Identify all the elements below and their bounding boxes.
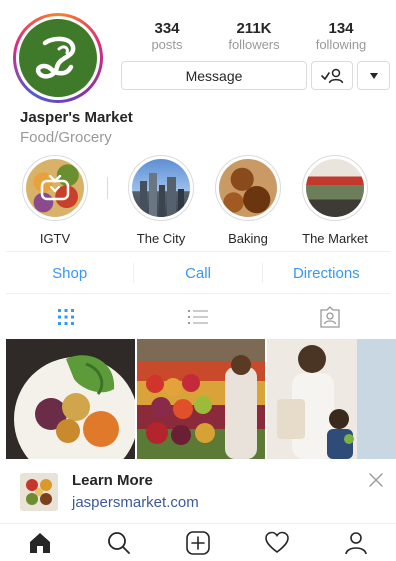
market-thumbnail [306, 159, 364, 217]
city-skyline-image [140, 173, 184, 217]
divider [6, 293, 390, 294]
list-icon [188, 310, 208, 324]
spices-image [20, 473, 58, 511]
promo-link[interactable]: jaspersmarket.com [72, 494, 199, 511]
stat-posts-count: 334 [154, 20, 180, 37]
post-grid [6, 339, 396, 459]
promo-title[interactable]: Learn More [72, 472, 153, 489]
shop-button[interactable]: Shop [6, 265, 133, 282]
nav-profile[interactable] [317, 524, 396, 561]
profile-tabs [0, 301, 396, 333]
following-button[interactable] [311, 61, 353, 90]
post-thumbnail[interactable] [267, 339, 396, 459]
stat-following[interactable]: 134 following [298, 20, 384, 53]
city-thumbnail [132, 159, 190, 217]
post-thumbnail[interactable] [136, 339, 266, 459]
profile-category: Food/Grocery [20, 129, 112, 146]
profile-buttons: Message [121, 61, 390, 90]
stat-posts[interactable]: 334 posts [124, 20, 210, 53]
search-icon [107, 531, 130, 554]
tab-grid[interactable] [0, 301, 132, 333]
brand-logo [19, 19, 97, 97]
nav-activity[interactable] [238, 524, 317, 561]
highlight-baking[interactable]: Baking [203, 155, 293, 246]
profile-stats: 334 posts 211K followers 134 following [124, 20, 384, 53]
message-button[interactable]: Message [121, 61, 307, 90]
bottom-navigation [0, 523, 396, 561]
call-button[interactable]: Call [134, 265, 261, 282]
chevron-down-icon [369, 72, 378, 79]
highlight-label: Baking [228, 231, 268, 246]
baking-thumbnail [219, 159, 277, 217]
promo-banner[interactable]: Learn More jaspersmarket.com [0, 459, 396, 521]
tagged-icon [320, 306, 340, 328]
highlight-label: The City [136, 231, 186, 246]
directions-button[interactable]: Directions [263, 265, 390, 282]
igtv-thumbnail [26, 159, 84, 217]
highlight-label: IGTV [39, 231, 71, 246]
highlight-label: The Market [302, 231, 368, 246]
story-highlights: IGTV The City Baking The Market [0, 155, 396, 246]
produce-market-image [136, 339, 266, 459]
salad-bowl-image [6, 339, 135, 459]
tab-list[interactable] [132, 301, 264, 333]
post-thumbnail[interactable] [6, 339, 135, 459]
stat-followers-count: 211K [236, 20, 272, 37]
highlight-divider [107, 177, 108, 199]
close-icon[interactable] [368, 472, 384, 488]
following-check-icon [321, 68, 344, 83]
igtv-icon [40, 175, 70, 201]
logo-j-glyph [35, 36, 76, 79]
home-icon [29, 532, 50, 553]
stat-following-count: 134 [328, 20, 354, 37]
nav-add-post[interactable] [158, 524, 237, 561]
promo-thumbnail [20, 473, 58, 511]
contact-actions: Shop Call Directions [6, 258, 390, 288]
tab-tagged[interactable] [264, 301, 396, 333]
divider [6, 251, 390, 252]
shoppers-image [267, 339, 396, 459]
add-post-icon [186, 530, 210, 555]
grid-icon [58, 309, 74, 325]
stat-followers[interactable]: 211K followers [211, 20, 297, 53]
highlight-the-city[interactable]: The City [116, 155, 206, 246]
stat-followers-label: followers [228, 37, 280, 52]
profile-icon [345, 531, 368, 554]
stat-following-label: following [315, 37, 367, 52]
stat-posts-label: posts [151, 37, 183, 52]
nav-search[interactable] [79, 524, 158, 561]
profile-name: Jasper's Market [20, 109, 133, 126]
nav-home[interactable] [0, 524, 79, 561]
more-options-button[interactable] [357, 61, 390, 90]
highlight-igtv[interactable]: IGTV [10, 155, 100, 246]
highlight-the-market[interactable]: The Market [290, 155, 380, 246]
profile-avatar[interactable] [13, 13, 103, 103]
heart-icon [265, 531, 290, 553]
